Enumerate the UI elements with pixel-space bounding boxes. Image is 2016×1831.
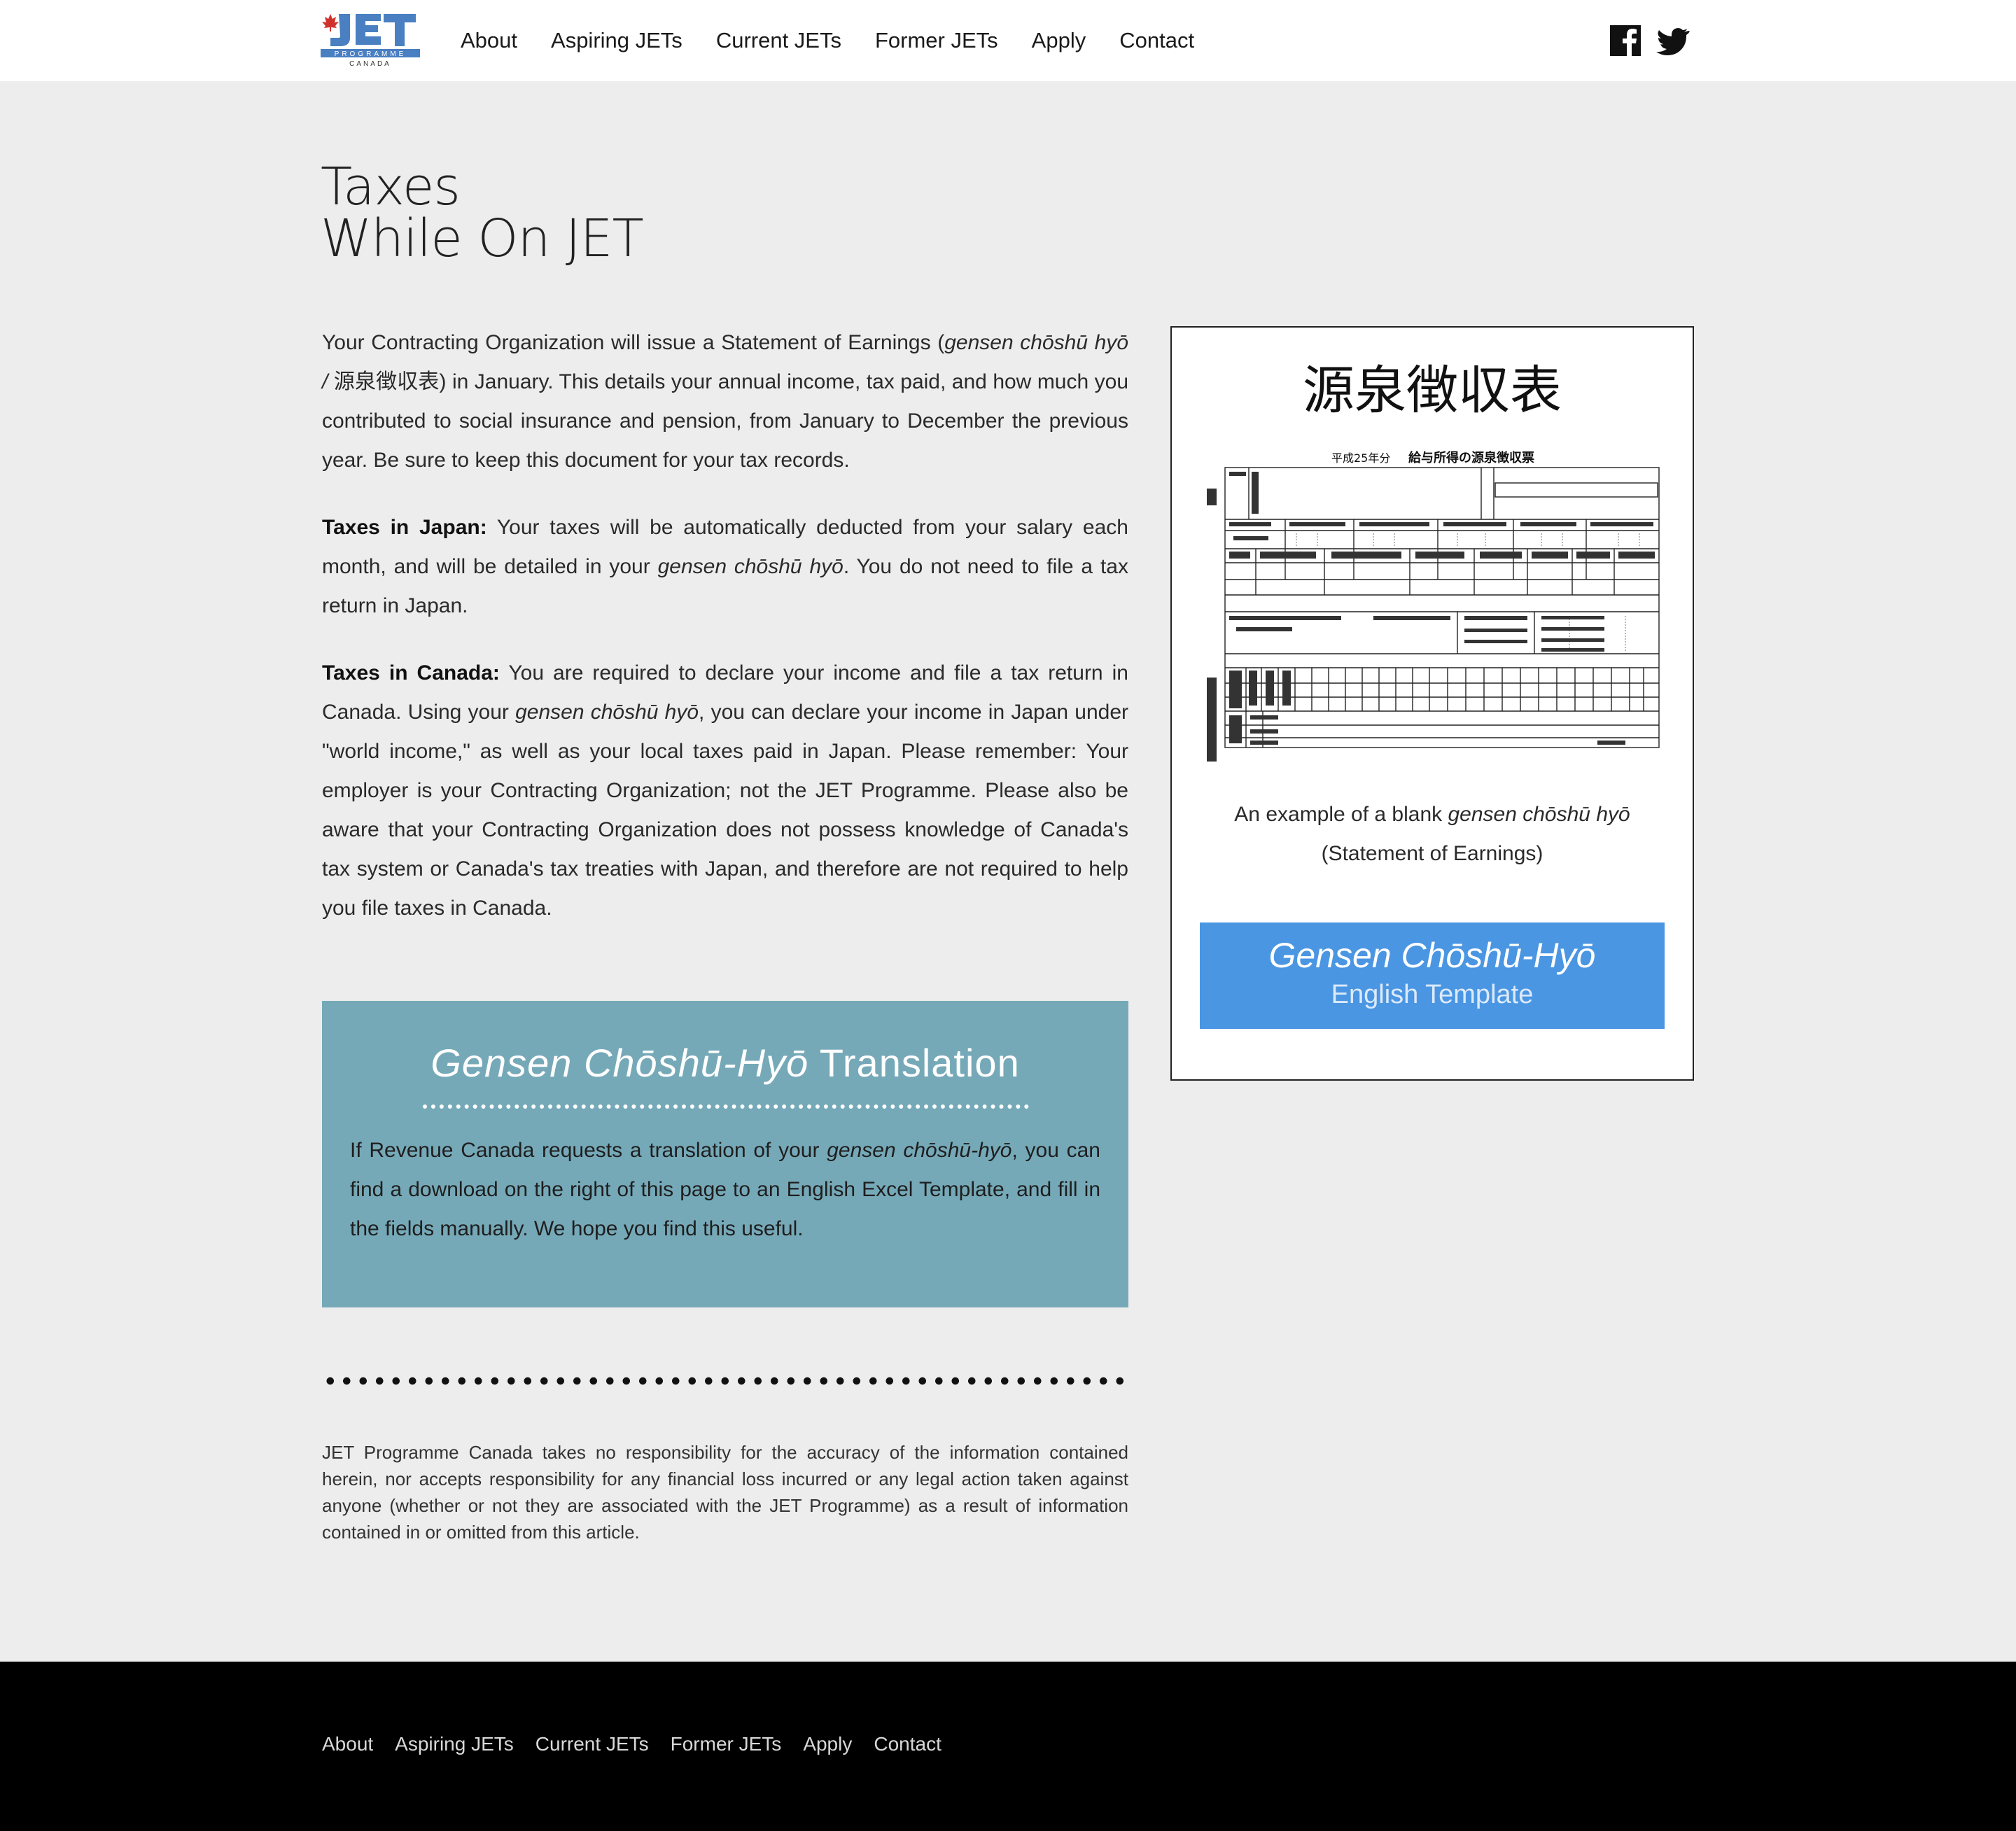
footer-nav-current-jets[interactable]: Current JETs <box>536 1733 649 1755</box>
gensen-form-image: 平成25年分 給与所得の源泉徴収票 <box>1207 450 1660 762</box>
nav-current-jets[interactable]: Current JETs <box>716 28 841 53</box>
main-nav: About Aspiring JETs Current JETs Former … <box>461 0 1228 81</box>
page-title: Taxes While On JET <box>321 157 644 269</box>
footer-nav-former-jets[interactable]: Former JETs <box>671 1733 782 1755</box>
taxes-japan-paragraph: Taxes in Japan: Your taxes will be autom… <box>322 516 1128 617</box>
gensen-card: 源泉徴収表 平成25年分 給与所得の源泉徴収票 An example of a … <box>1170 326 1694 1081</box>
footer-nav-apply[interactable]: Apply <box>803 1733 852 1755</box>
intro-paragraph: Your Contracting Organization will issue… <box>322 331 1129 472</box>
card-kanji-title: 源泉徴収表 <box>1303 360 1562 421</box>
maple-leaf-icon <box>322 14 339 31</box>
logo-programme-text: PROGRAMME <box>335 50 407 58</box>
translation-title: Gensen Chōshū-Hyō Translation <box>430 1041 1020 1085</box>
article-body: Your Contracting Organization will issue… <box>322 323 1128 956</box>
facebook-icon[interactable] <box>1609 24 1642 57</box>
logo-country-text: CANADA <box>349 60 391 67</box>
social-links <box>1609 24 1690 57</box>
svg-text:給与所得の源泉徴収票: 給与所得の源泉徴収票 <box>1408 450 1534 465</box>
page-title-line2: While On JET <box>321 209 644 269</box>
taxes-canada-paragraph: Taxes in Canada: You are required to dec… <box>322 661 1128 920</box>
footer-nav-contact[interactable]: Contact <box>874 1733 941 1755</box>
card-caption: An example of a blank gensen chōshū hyō … <box>1234 803 1630 865</box>
footer-nav-aspiring-jets[interactable]: Aspiring JETs <box>395 1733 514 1755</box>
english-template-button[interactable]: Gensen Chōshū-Hyō English Template <box>1200 922 1665 1029</box>
translation-box: Gensen Chōshū-Hyō Translation If Revenue… <box>322 1001 1128 1307</box>
page-title-line1: Taxes <box>321 157 461 217</box>
translation-title-underline <box>423 1104 1029 1109</box>
nav-apply[interactable]: Apply <box>1032 28 1086 53</box>
site-header: PROGRAMME CANADA About Aspiring JETs Cur… <box>0 0 2016 81</box>
site-footer: About Aspiring JETs Current JETs Former … <box>0 1662 2016 1831</box>
nav-about[interactable]: About <box>461 28 517 53</box>
twitter-icon[interactable] <box>1656 24 1690 57</box>
footer-nav-about[interactable]: About <box>322 1733 373 1755</box>
dotted-divider <box>322 1376 1128 1386</box>
nav-former-jets[interactable]: Former JETs <box>875 28 998 53</box>
svg-text:平成25年分: 平成25年分 <box>1331 451 1390 465</box>
footer-nav: About Aspiring JETs Current JETs Former … <box>322 1733 963 1755</box>
button-title: Gensen Chōshū-Hyō <box>1268 936 1596 975</box>
nav-aspiring-jets[interactable]: Aspiring JETs <box>551 28 682 53</box>
disclaimer: JET Programme Canada takes no responsibi… <box>322 1442 1128 1543</box>
translation-body: If Revenue Canada requests a translation… <box>350 1139 1100 1240</box>
jet-programme-logo[interactable]: PROGRAMME CANADA <box>321 10 420 67</box>
nav-contact[interactable]: Contact <box>1119 28 1194 53</box>
button-subtitle: English Template <box>1331 980 1534 1009</box>
